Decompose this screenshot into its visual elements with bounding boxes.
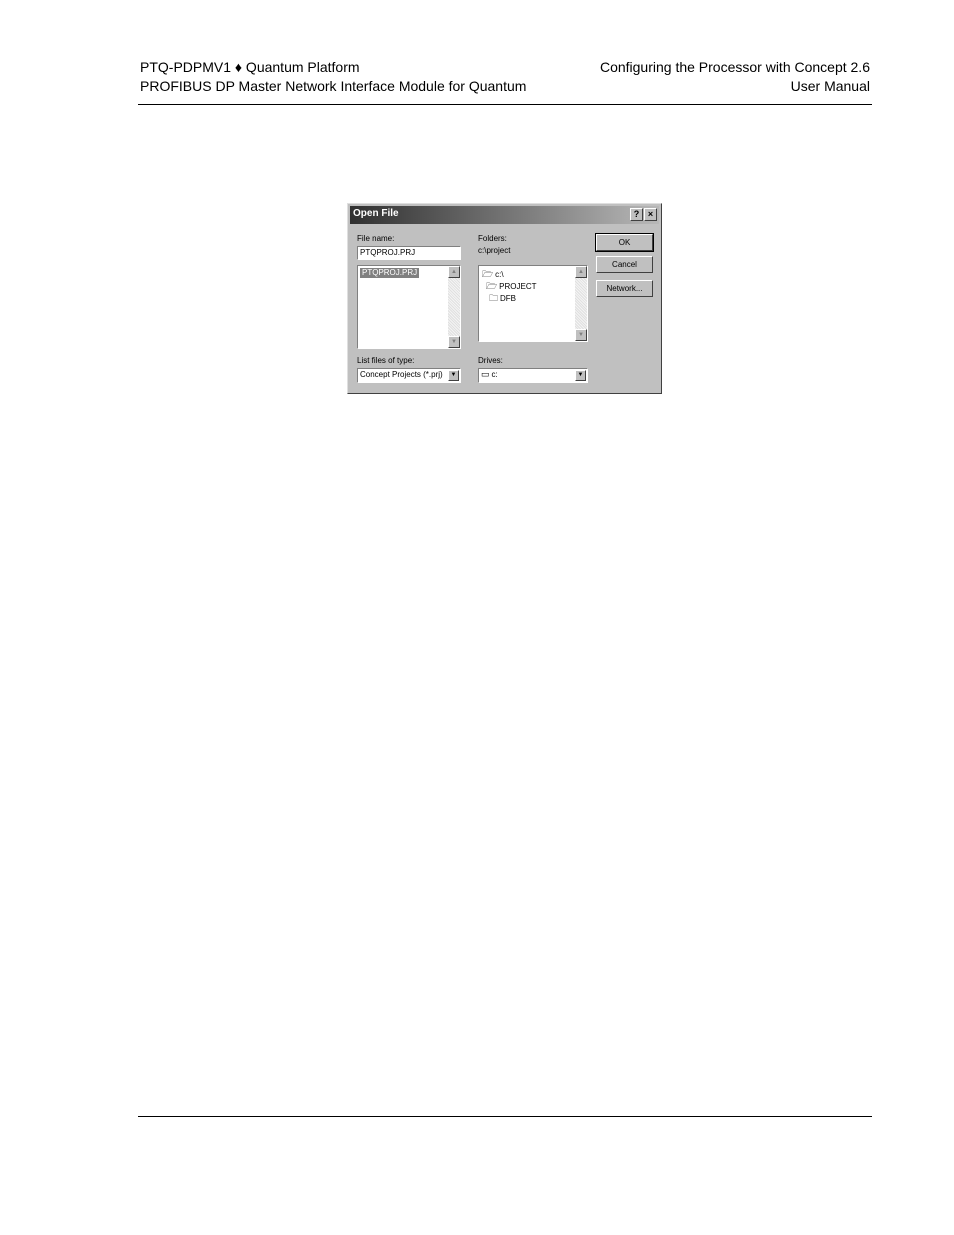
drive-icon: ▭ xyxy=(481,369,490,379)
tree-item-dfb[interactable]: 🗀 DFB xyxy=(489,293,516,304)
dialog-titlebar: Open File ? × xyxy=(350,206,659,224)
file-list[interactable]: PTQPROJ.PRJ ▲ ▼ xyxy=(357,265,461,349)
network-button[interactable]: Network... xyxy=(596,280,653,297)
chevron-down-icon[interactable]: ▼ xyxy=(448,370,459,381)
tree-item-root[interactable]: 🗁 c:\ xyxy=(482,269,504,280)
help-button[interactable]: ? xyxy=(630,208,643,221)
drives-select[interactable]: ▭ c: ▼ xyxy=(478,368,588,383)
file-name-input[interactable]: PTQPROJ.PRJ xyxy=(357,246,461,260)
list-type-select[interactable]: Concept Projects (*.prj) ▼ xyxy=(357,368,461,383)
drives-label: Drives: xyxy=(478,356,503,365)
document-type: User Manual xyxy=(790,78,870,94)
file-name-label: File name: xyxy=(357,234,395,243)
section-title: Configuring the Processor with Concept 2… xyxy=(599,59,870,75)
header-rule xyxy=(138,104,872,105)
scroll-down-arrow-icon[interactable]: ▼ xyxy=(448,336,460,348)
scroll-up-arrow-icon[interactable]: ▲ xyxy=(448,266,460,278)
scroll-up-arrow-icon[interactable]: ▲ xyxy=(575,266,587,278)
list-type-value: Concept Projects (*.prj) xyxy=(360,370,443,379)
scroll-down-arrow-icon[interactable]: ▼ xyxy=(575,329,587,341)
open-folder-icon: 🗁 xyxy=(482,269,494,279)
close-button[interactable]: × xyxy=(644,208,657,221)
drive-value: c: xyxy=(491,370,498,379)
open-folder-icon: 🗁 xyxy=(486,281,498,291)
chevron-down-icon[interactable]: ▼ xyxy=(575,370,586,381)
folder-icon: 🗀 xyxy=(489,293,499,303)
product-line: PTQ-PDPMV1 ♦ Quantum Platform xyxy=(140,59,360,75)
folder-tree[interactable]: 🗁 c:\ 🗁 PROJECT 🗀 DFB ▲ ▼ xyxy=(478,265,588,342)
file-list-item[interactable]: PTQPROJ.PRJ xyxy=(360,268,420,278)
footer-rule xyxy=(138,1116,872,1117)
file-list-scrollbar[interactable]: ▲ ▼ xyxy=(448,266,460,348)
header-right: Configuring the Processor with Concept 2… xyxy=(600,58,870,96)
ok-button[interactable]: OK xyxy=(595,233,654,252)
folders-label: Folders: xyxy=(478,234,507,243)
current-folder-path: c:\project xyxy=(478,246,511,255)
folder-tree-scrollbar[interactable]: ▲ ▼ xyxy=(575,266,587,341)
dialog-title: Open File xyxy=(353,208,399,219)
cancel-button[interactable]: Cancel xyxy=(596,256,653,273)
list-type-label: List files of type: xyxy=(357,356,415,365)
product-description: PROFIBUS DP Master Network Interface Mod… xyxy=(140,78,527,94)
open-file-dialog: Open File ? × File name: PTQPROJ.PRJ PTQ… xyxy=(347,203,662,394)
tree-item-project[interactable]: 🗁 PROJECT xyxy=(486,281,537,292)
header-left: PTQ-PDPMV1 ♦ Quantum Platform PROFIBUS D… xyxy=(140,58,526,96)
